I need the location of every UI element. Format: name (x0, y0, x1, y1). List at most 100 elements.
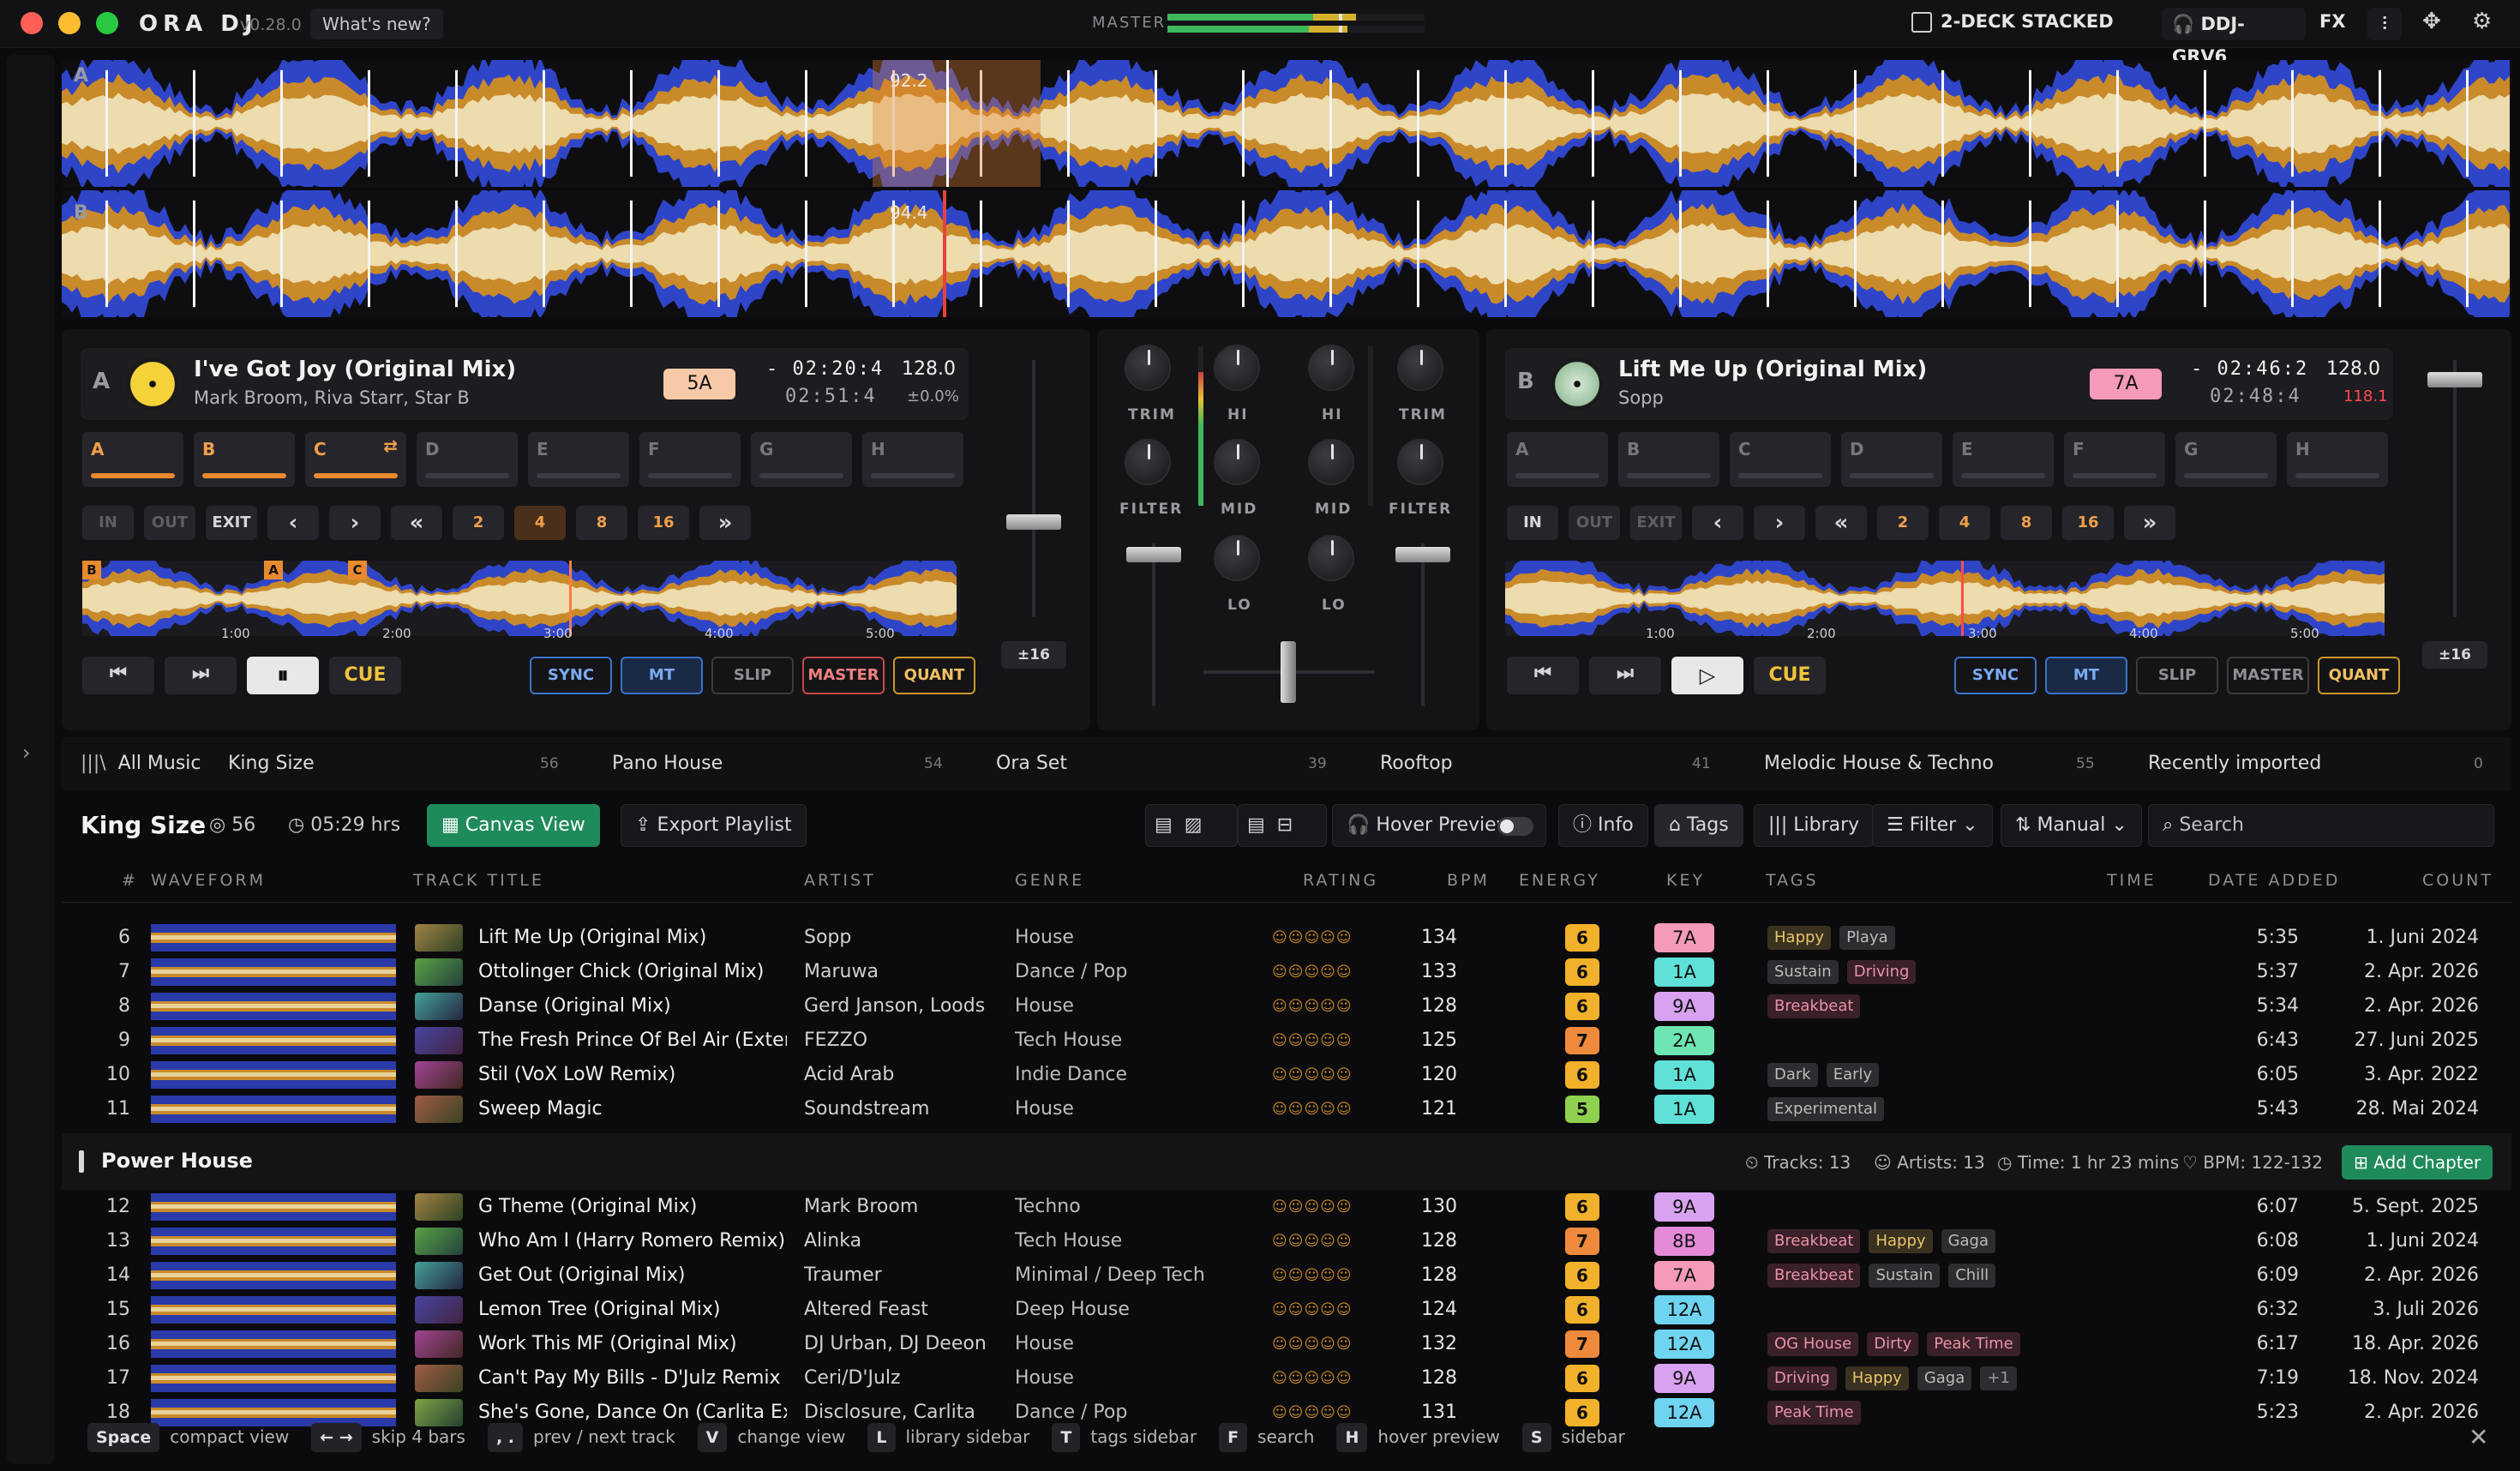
tab-melodic-house[interactable]: Melodic House & Techno (1764, 737, 1994, 790)
loop-16-button[interactable]: 16 (638, 506, 689, 540)
hotcue-e[interactable]: E (528, 432, 629, 487)
col-time[interactable]: TIME (2107, 871, 2157, 890)
maximize-window-button[interactable] (96, 12, 118, 34)
slip-button[interactable]: SLIP (2136, 657, 2218, 694)
minimize-window-button[interactable] (58, 12, 81, 34)
move-icon[interactable]: ✥ (2422, 9, 2441, 34)
master-button[interactable]: MASTER (2227, 657, 2309, 694)
table-row[interactable]: 7 Ottolinger Chick (Original Mix) Maruwa Da… (62, 955, 2520, 989)
loop-back-button[interactable]: « (391, 506, 442, 540)
loop-halve-button[interactable]: ‹ (1692, 506, 1743, 540)
hotcue-c[interactable]: C (1730, 432, 1831, 487)
col-track-title[interactable]: TRACK TITLE (413, 871, 544, 890)
cue-marker-a[interactable]: A (264, 561, 283, 579)
tag-chip[interactable]: Chill (1948, 1264, 1996, 1288)
hotcue-g[interactable]: G (751, 432, 852, 487)
skip-back-icon[interactable]: ⏮ (1507, 657, 1579, 694)
table-row[interactable]: 6 Lift Me Up (Original Mix) Sopp House ☺☺☺☺☺… (62, 921, 2520, 955)
tab-pano-house[interactable]: Pano House (612, 737, 723, 790)
trim-knob-a[interactable] (1125, 345, 1171, 391)
hotcue-g[interactable]: G (2175, 432, 2277, 487)
waveform-deck-b[interactable]: B 94.4 (62, 190, 2511, 317)
loop-out-button[interactable]: OUT (1569, 506, 1620, 540)
deck-a-overview[interactable] (82, 561, 960, 636)
tag-chip[interactable]: Breakbeat (1767, 1229, 1861, 1253)
filter-knob-b[interactable] (1397, 439, 1443, 485)
loop-4-button[interactable]: 4 (514, 506, 566, 540)
master-button[interactable]: MASTER (802, 657, 885, 694)
sync-button[interactable]: SYNC (1954, 657, 2037, 694)
quantize-button[interactable]: QUANT (2318, 657, 2400, 694)
mid-knob-a[interactable] (1214, 439, 1260, 485)
col-energy[interactable]: ENERGY (1519, 871, 1600, 890)
rating-stars[interactable]: ☺☺☺☺☺ (1272, 1361, 1383, 1396)
density-toggle[interactable]: ▤ ⊟ (1238, 804, 1327, 847)
rating-stars[interactable]: ☺☺☺☺☺ (1272, 1258, 1383, 1293)
rating-stars[interactable]: ☺☺☺☺☺ (1272, 989, 1383, 1024)
tag-chip[interactable]: Gaga (1941, 1229, 1995, 1253)
pause-icon[interactable]: ⏸ (247, 657, 319, 694)
tag-chip[interactable]: Happy (1767, 926, 1832, 950)
filter-button[interactable]: ☰ Filter ⌄ (1872, 804, 1993, 847)
table-row[interactable]: 11 Sweep Magic Soundstream House ☺☺☺☺☺ 121 5 1A… (62, 1092, 2520, 1126)
pitch-range-b[interactable]: ±16 (2422, 641, 2487, 669)
hotcue-h[interactable]: H (862, 432, 963, 487)
tag-chip[interactable]: Dirty (1867, 1332, 1919, 1356)
loop-exit-button[interactable]: EXIT (206, 506, 257, 540)
rating-stars[interactable]: ☺☺☺☺☺ (1272, 1092, 1383, 1126)
channel-fader-b[interactable] (1389, 543, 1457, 715)
mixer-icon[interactable]: ⫶ (2367, 8, 2402, 40)
waveform-deck-a[interactable]: A 92.2 (62, 60, 2511, 187)
hotcue-a[interactable]: A (1507, 432, 1608, 487)
tag-chip[interactable]: Breakbeat (1767, 1264, 1861, 1288)
tab-ora-set[interactable]: Ora Set (996, 737, 1067, 790)
tags-button[interactable]: ⌂ Tags (1654, 804, 1743, 847)
table-row[interactable]: 17 Can't Pay My Bills - D'Julz Remix Ceri/… (62, 1361, 2520, 1396)
tag-chip[interactable]: Sustain (1869, 1264, 1941, 1288)
loop-2-button[interactable]: 2 (1877, 506, 1929, 540)
loop-8-button[interactable]: 8 (2001, 506, 2052, 540)
loop-in-button[interactable]: IN (82, 506, 134, 540)
tag-chip[interactable]: Playa (1839, 926, 1895, 950)
hotcue-f[interactable]: F (2064, 432, 2165, 487)
rating-stars[interactable]: ☺☺☺☺☺ (1272, 1058, 1383, 1092)
hotcue-d[interactable]: D (1841, 432, 1942, 487)
col-number[interactable]: # (122, 871, 138, 890)
add-chapter-button[interactable]: ⊞ Add Chapter (2342, 1145, 2493, 1180)
loop-forward-button[interactable]: » (2124, 506, 2175, 540)
mid-knob-b[interactable] (1308, 439, 1354, 485)
tag-chip[interactable]: Peak Time (1927, 1332, 2020, 1356)
table-row[interactable]: 12 G Theme (Original Mix) Mark Broom Techno… (62, 1190, 2520, 1224)
deck-b-overview[interactable] (1505, 561, 2385, 636)
info-button[interactable]: ⓘ Info (1558, 804, 1648, 847)
loop-exit-button[interactable]: EXIT (1630, 506, 1682, 540)
loop-back-button[interactable]: « (1815, 506, 1867, 540)
view-toggle[interactable]: ▤ ▨ (1145, 804, 1238, 847)
table-row[interactable]: 15 Lemon Tree (Original Mix) Altered Feast… (62, 1293, 2520, 1327)
hotcue-b[interactable]: B (194, 432, 295, 487)
cue-button[interactable]: CUE (1754, 657, 1826, 694)
loop-4-button[interactable]: 4 (1939, 506, 1990, 540)
close-window-button[interactable] (21, 12, 43, 34)
search-input[interactable]: ⌕ Search (2148, 804, 2494, 847)
tag-chip[interactable]: Experimental (1767, 1097, 1885, 1121)
table-row[interactable]: 10 Stil (VoX LoW Remix) Acid Arab Indie Dan… (62, 1058, 2520, 1092)
rating-stars[interactable]: ☺☺☺☺☺ (1272, 1224, 1383, 1258)
pitch-fader-b[interactable] (2421, 360, 2489, 634)
col-rating[interactable]: RATING (1303, 871, 1378, 890)
export-playlist-button[interactable]: ⇪ Export Playlist (621, 804, 807, 847)
master-tempo-button[interactable]: MT (2045, 657, 2127, 694)
hotcue-b[interactable]: B (1618, 432, 1719, 487)
tag-chip[interactable]: Breakbeat (1767, 994, 1861, 1018)
channel-fader-a[interactable] (1119, 543, 1188, 715)
col-date-added[interactable]: DATE ADDED (2208, 871, 2340, 890)
gear-icon[interactable]: ⚙ (2472, 9, 2492, 34)
tab-rooftop[interactable]: Rooftop (1380, 737, 1453, 790)
loop-16-button[interactable]: 16 (2062, 506, 2114, 540)
tag-chip[interactable]: Driving (1767, 1366, 1837, 1390)
cue-marker-c[interactable]: C (348, 561, 367, 579)
tag-chip[interactable]: Early (1826, 1063, 1880, 1087)
pitch-fader-a[interactable] (999, 360, 1068, 634)
tab-recently-imported[interactable]: Recently imported (2148, 737, 2321, 790)
hi-knob-b[interactable] (1308, 345, 1354, 391)
